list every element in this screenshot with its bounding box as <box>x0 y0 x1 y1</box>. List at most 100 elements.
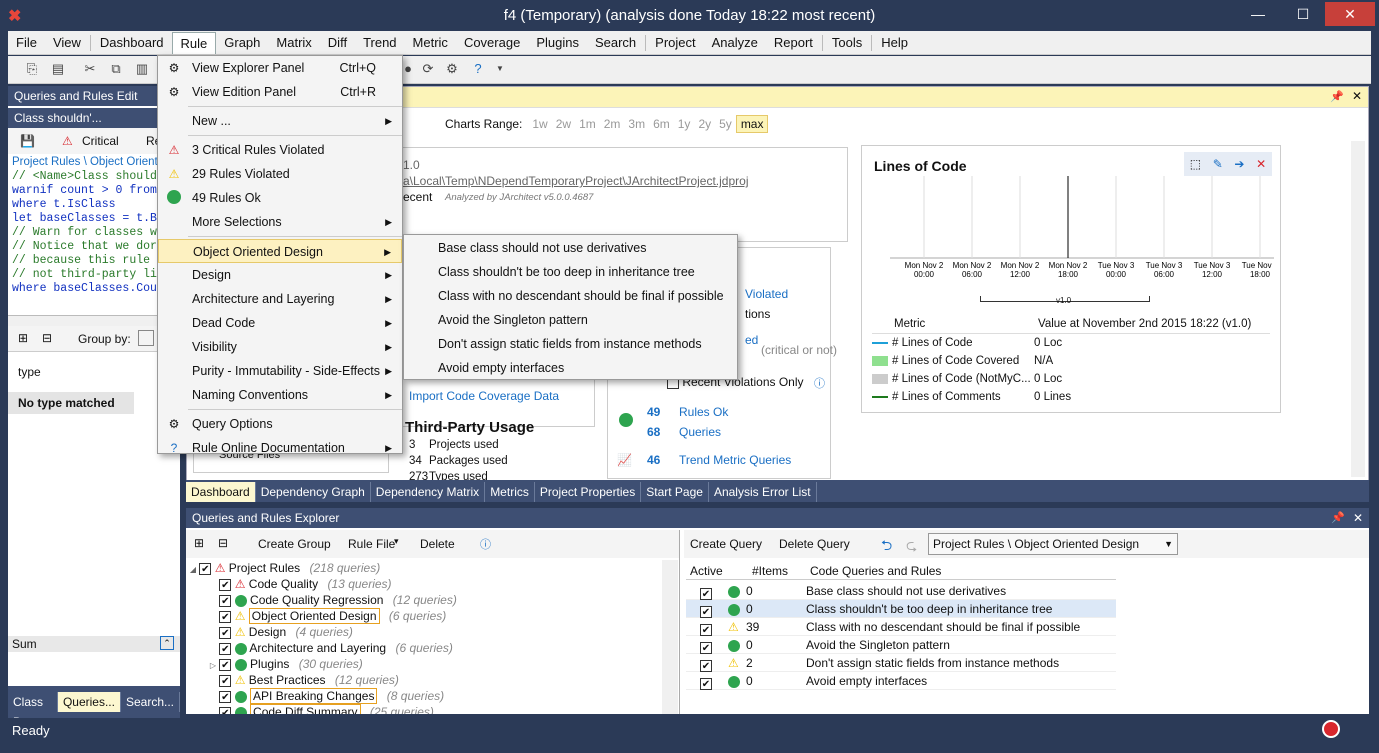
open-project-icon[interactable]: ▤ <box>50 61 66 77</box>
col-name[interactable]: Code Queries and Rules <box>810 562 941 580</box>
edit-icon[interactable]: ✎ <box>1213 157 1223 171</box>
submenu-item[interactable]: Avoid the Singleton pattern <box>404 308 737 332</box>
tab-metrics[interactable]: Metrics <box>485 482 535 502</box>
menu-item-visibility[interactable]: Visibility ▶ <box>158 335 402 359</box>
record-status-icon[interactable] <box>1322 720 1340 738</box>
settings-gear-icon[interactable]: ⚙ <box>444 61 460 77</box>
range-1w[interactable]: 1w <box>528 117 551 131</box>
refresh-icon[interactable]: ⟳ <box>420 61 436 77</box>
col-items[interactable]: #Items <box>752 562 788 580</box>
expand-all-icon[interactable]: ⊞ <box>194 536 204 550</box>
menu-item-more-selections[interactable]: More Selections ▶ <box>158 210 402 234</box>
tab-start-page[interactable]: Start Page <box>641 482 709 502</box>
create-group-button[interactable]: Create Group <box>258 537 331 551</box>
menu-item-object-oriented-design[interactable]: Object Oriented Design ▶ <box>158 239 402 263</box>
submenu-item[interactable]: Class with no descendant should be final… <box>404 284 737 308</box>
query-row[interactable]: ✔ 0 Avoid empty interfaces <box>686 672 1116 690</box>
copy-icon[interactable]: ⧉ <box>108 61 124 77</box>
trend-count[interactable]: 46 <box>647 453 660 467</box>
close-button[interactable]: ✕ <box>1325 2 1375 26</box>
tree-item[interactable]: ✔ ⚠ Object Oriented Design (6 queries) <box>186 608 662 624</box>
tree-item[interactable]: ✔ ⚠ Best Practices (12 queries) <box>186 672 662 688</box>
menu-item-purity[interactable]: Purity - Immutability - Side-Effects ▶ <box>158 359 402 383</box>
query-row[interactable]: ✔ ⚠ 39 Class with no descendant should be f… <box>686 618 1116 636</box>
submenu-item[interactable]: Don't assign static fields from instance… <box>404 332 737 356</box>
tab-class-browser[interactable]: Class B... <box>8 692 58 729</box>
project-path-link[interactable]: a\Local\Temp\NDependTemporaryProject\JAr… <box>403 174 749 188</box>
menu-item-rule-online-doc[interactable]: ? Rule Online Documentation ▶ <box>158 436 402 460</box>
tab-dependency-matrix[interactable]: Dependency Matrix <box>371 482 486 502</box>
ed-link[interactable]: ed <box>745 333 758 347</box>
menu-file[interactable]: File <box>8 32 45 54</box>
rules-tree[interactable]: ◢ ✔ ⚠ Project Rules (218 queries) ✔ ⚠ Co… <box>186 560 662 714</box>
menu-diff[interactable]: Diff <box>320 32 355 54</box>
info-icon[interactable]: ⓘ <box>480 536 491 552</box>
menu-coverage[interactable]: Coverage <box>456 32 528 54</box>
pin-icon[interactable]: 📌 <box>1330 90 1344 103</box>
menu-report[interactable]: Report <box>766 32 821 54</box>
menu-plugins[interactable]: Plugins <box>528 32 587 54</box>
save-icon[interactable]: 💾 <box>20 134 35 148</box>
menu-item-view-edition-panel[interactable]: ⚙ View Edition Panel Ctrl+R <box>158 80 402 104</box>
tab-analysis-error-list[interactable]: Analysis Error List <box>709 482 817 502</box>
range-2m[interactable]: 2m <box>600 117 625 131</box>
tree-item[interactable]: ✔ Architecture and Layering (6 queries) <box>186 640 662 656</box>
submenu-item[interactable]: Base class should not use derivatives <box>404 236 737 260</box>
menu-metric[interactable]: Metric <box>405 32 456 54</box>
help-icon[interactable]: ? <box>470 61 486 77</box>
forward-icon[interactable]: ⮎ <box>906 535 917 559</box>
range-2y[interactable]: 2y <box>694 117 715 131</box>
tree-item[interactable]: ▷ ✔ Plugins (30 queries) <box>186 656 662 672</box>
query-row[interactable]: ✔ 0 Avoid the Singleton pattern <box>686 636 1116 654</box>
maximize-button[interactable]: ☐ <box>1283 2 1323 26</box>
close-panel-icon[interactable]: ✕ <box>1352 89 1362 103</box>
query-row[interactable]: ✔ ⚠ 2 Don't assign static fields from insta… <box>686 654 1116 672</box>
range-1m[interactable]: 1m <box>575 117 600 131</box>
tab-dashboard[interactable]: Dashboard <box>186 482 256 502</box>
collapse-up-icon[interactable]: ⌃ <box>160 636 174 650</box>
submenu-item[interactable]: Avoid empty interfaces <box>404 356 737 380</box>
collapse-all-icon[interactable]: ⊟ <box>218 536 228 550</box>
group-by-select[interactable] <box>138 330 154 346</box>
menu-item-view-explorer-panel[interactable]: ⚙ View Explorer Panel Ctrl+Q <box>158 56 402 80</box>
chevron-down-icon[interactable]: ▼ <box>492 61 508 77</box>
scrollbar[interactable] <box>1351 141 1365 477</box>
critical-label[interactable]: Critical <box>82 134 119 148</box>
tree-item[interactable]: ✔ ⚠ Design (4 queries) <box>186 624 662 640</box>
pin-icon[interactable]: 📌 <box>1331 508 1345 528</box>
delete-query-button[interactable]: Delete Query <box>779 537 850 551</box>
tab-queries[interactable]: Queries... <box>57 692 121 712</box>
back-icon[interactable]: ⮌ <box>881 535 892 559</box>
menu-item-architecture-layering[interactable]: Architecture and Layering ▶ <box>158 287 402 311</box>
query-path-select[interactable]: Project Rules \ Object Oriented Design ▼ <box>928 533 1178 555</box>
query-row[interactable]: ✔ 0 Class shouldn't be too deep in inherit… <box>686 600 1116 618</box>
menu-view[interactable]: View <box>45 32 89 54</box>
tool-icon[interactable]: ✂ <box>82 61 98 77</box>
remove-icon[interactable]: ✕ <box>1256 157 1266 171</box>
menu-analyze[interactable]: Analyze <box>704 32 766 54</box>
rules-ok-link[interactable]: Rules Ok <box>679 405 728 419</box>
info-icon[interactable]: ⓘ <box>814 375 825 391</box>
menu-search[interactable]: Search <box>587 32 644 54</box>
delete-button[interactable]: Delete <box>420 537 455 551</box>
menu-item-design[interactable]: Design ▶ <box>158 263 402 287</box>
rule-file-button[interactable]: Rule File <box>348 537 395 551</box>
menu-item-new[interactable]: New ... ▶ <box>158 109 402 133</box>
menu-tools[interactable]: Tools <box>824 32 870 54</box>
menu-matrix[interactable]: Matrix <box>268 32 319 54</box>
violated-link[interactable]: Violated <box>745 287 788 301</box>
menu-project[interactable]: Project <box>647 32 703 54</box>
tab-search[interactable]: Search... <box>121 692 180 712</box>
select-icon[interactable]: ⬚ <box>1190 157 1201 171</box>
tab-dependency-graph[interactable]: Dependency Graph <box>256 482 371 502</box>
col-active[interactable]: Active <box>690 562 723 580</box>
new-project-icon[interactable]: ⎘ <box>24 61 40 77</box>
bar-icon[interactable]: ▥ <box>134 61 150 77</box>
close-panel-icon[interactable]: ✕ <box>1353 508 1363 528</box>
menu-item-rules-violated[interactable]: ⚠ 29 Rules Violated <box>158 162 402 186</box>
menu-item-query-options[interactable]: ⚙ Query Options <box>158 412 402 436</box>
expand-icon[interactable]: ⊞ <box>18 331 28 345</box>
rules-ok-count[interactable]: 49 <box>647 405 660 419</box>
tree-item[interactable]: ✔ ⚠ Code Quality (13 queries) <box>186 576 662 592</box>
menu-item-critical-rules-violated[interactable]: ⚠ 3 Critical Rules Violated <box>158 138 402 162</box>
